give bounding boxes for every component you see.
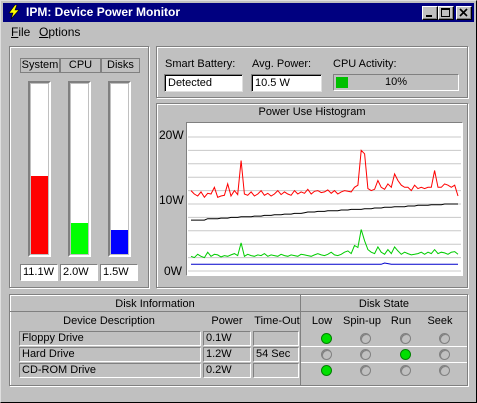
minimize-button[interactable] [422,6,438,20]
menu-file[interactable]: File [11,25,30,39]
disks-power-bar [108,81,131,257]
histogram-plot [186,122,463,276]
histogram-chart [188,136,461,272]
state-cdrom-spin-up-indicator [360,365,371,376]
disks-power-fill [111,230,128,254]
disk-row-cdrom-timeout [253,363,299,378]
disk-row-hard-timeout: 54 Sec [253,347,299,362]
state-floppy-spin-up-indicator [360,333,371,344]
maximize-button[interactable] [438,6,454,20]
menu-bar: File Options [3,23,474,41]
disk-row-floppy-name: Floppy Drive [19,331,201,346]
col-run: Run [390,315,412,327]
maximize-icon [441,8,450,17]
disk-state-title: Disk State [358,298,410,310]
y-label-0w: 0W [164,264,182,278]
state-hard-spin-up-indicator [360,349,371,360]
cpu-activity-value: 10% [384,76,408,88]
title-bar[interactable]: IPM: Device Power Monitor [3,3,474,22]
state-hard-seek-indicator [439,349,450,360]
disk-row-hard-name: Hard Drive [19,347,201,362]
window-title: IPM: Device Power Monitor [26,5,181,19]
avg-power-label: Avg. Power: [252,58,312,70]
col-low: Low [311,315,333,327]
state-hard-low-indicator [321,349,332,360]
cpu-power-line [190,229,459,259]
histogram-title: Power Use Histogram [258,106,366,118]
lightning-bolt-icon [8,4,20,20]
system-power-bar [28,81,51,257]
state-hard-run-indicator [400,349,411,360]
disks-power-value: 1.5W [100,264,138,281]
cpu-power-fill [71,223,88,254]
cpu-power-bar [68,81,91,257]
state-row-rule-2 [301,362,467,363]
state-cdrom-seek-indicator [439,365,450,376]
smart-battery-label: Smart Battery: [165,58,236,70]
col-device-description: Device Description [63,315,155,327]
state-floppy-run-indicator [400,333,411,344]
y-label-10w: 10W [159,193,184,207]
close-button[interactable] [456,6,472,20]
col-seek: Seek [427,315,453,327]
bar-header-system: System [20,58,60,73]
smart-battery-field: Detected [164,74,243,92]
close-icon [459,8,468,17]
cpu-power-value: 2.0W [60,264,98,281]
disk-power-line [191,262,458,265]
y-label-20w: 20W [159,128,184,142]
cpu-activity-label: CPU Activity: [333,58,397,70]
state-floppy-low-indicator [321,333,332,344]
state-row-rule-1 [301,346,467,347]
system-power-value: 11.1W [20,264,58,281]
minimize-icon [426,15,432,17]
state-cdrom-run-indicator [400,365,411,376]
col-timeout: Time-Out [254,315,300,327]
bar-header-disks: Disks [101,58,140,73]
system-power-fill [31,175,48,254]
bar-header-cpu: CPU [60,58,101,73]
col-spin-up: Spin-up [343,315,381,327]
disk-row-cdrom-power: 0.2W [203,363,251,378]
state-cdrom-low-indicator [321,365,332,376]
cpu-activity-meter: 10% [333,74,459,91]
disk-row-cdrom-name: CD-ROM Drive [19,363,201,378]
col-power: Power [211,315,243,327]
disk-row-hard-power: 1.2W [203,347,251,362]
disk-info-title: Disk Information [115,298,195,310]
disk-row-floppy-power: 0.1W [203,331,251,346]
state-floppy-seek-indicator [439,333,450,344]
avg-power-field: 10.5 W [251,74,322,92]
menu-options[interactable]: Options [39,25,80,39]
main-window: IPM: Device Power Monitor File Options S… [0,0,477,403]
disk-row-floppy-timeout [253,331,299,346]
disk-panel-header-rule [10,311,467,312]
